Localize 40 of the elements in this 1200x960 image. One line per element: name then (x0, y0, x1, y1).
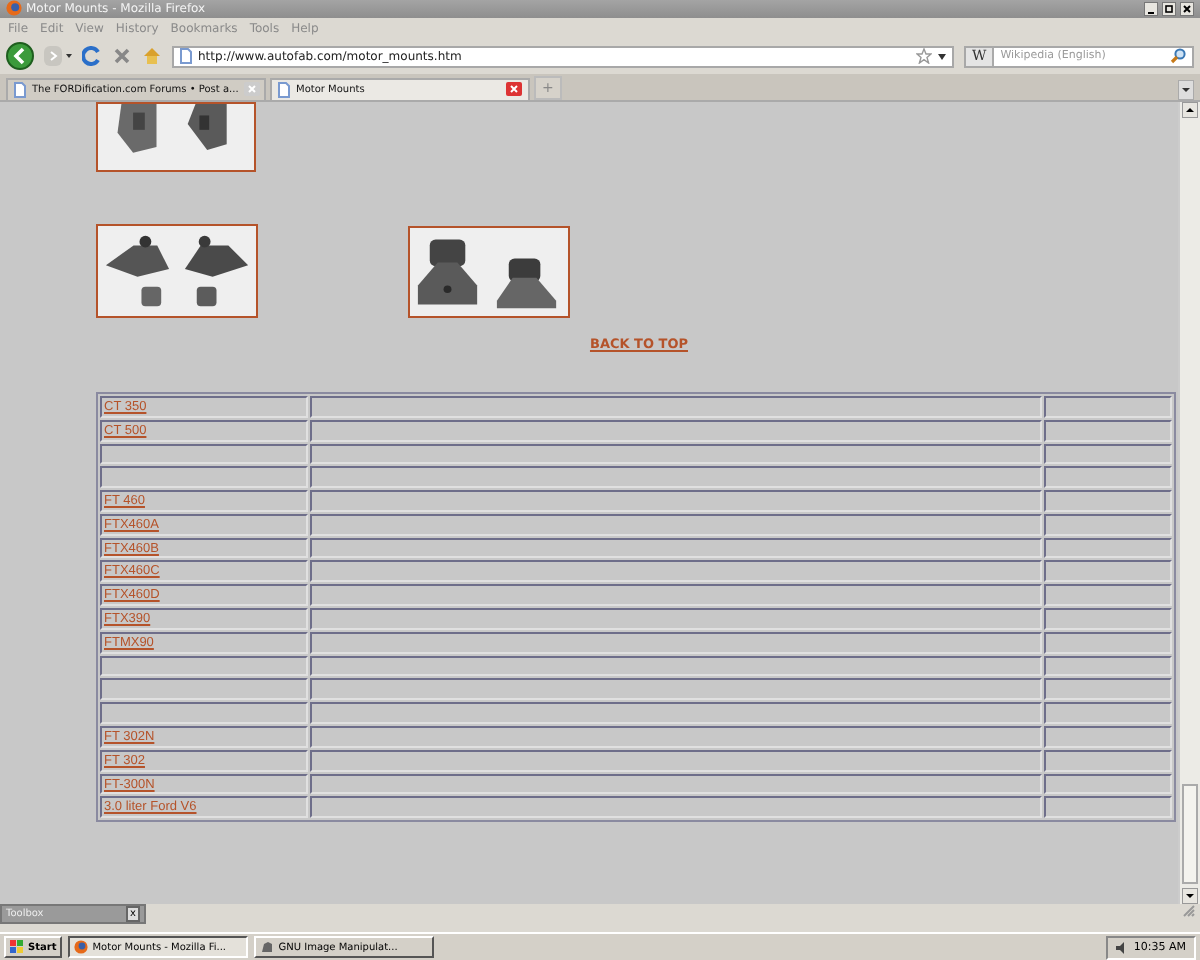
table-cell (1044, 726, 1172, 748)
table-cell (1044, 678, 1172, 701)
table-cell (1044, 560, 1172, 583)
reload-icon[interactable] (82, 46, 102, 67)
table-cell (1044, 749, 1172, 772)
firefox-icon (74, 940, 89, 955)
windows-flag-icon (10, 940, 24, 955)
page-icon (180, 48, 192, 65)
search-icon[interactable] (1170, 48, 1186, 65)
table-cell (1044, 655, 1172, 677)
table-cell (1044, 537, 1172, 559)
firefox-icon (6, 0, 22, 17)
table-cell (1044, 584, 1172, 607)
stop-icon[interactable] (112, 46, 132, 67)
star-icon[interactable] (916, 48, 932, 65)
speaker-icon (1115, 941, 1128, 954)
table-cell (1044, 796, 1172, 819)
table-cell (1044, 773, 1172, 795)
back-icon[interactable] (6, 42, 34, 71)
dropdown-icon[interactable] (938, 53, 946, 60)
close-icon[interactable] (1180, 1, 1194, 16)
page-icon (14, 81, 26, 98)
table-cell (1044, 608, 1172, 630)
table-cell (1044, 395, 1172, 418)
table-cell (1044, 702, 1172, 725)
maximize-icon[interactable] (1162, 1, 1176, 16)
scroll-thumb[interactable] (1182, 784, 1198, 885)
table-cell (1044, 490, 1172, 512)
table-cell (1044, 443, 1172, 465)
page-icon (278, 81, 290, 98)
scroll-down-icon[interactable] (1182, 888, 1198, 905)
resize-grip-icon (1182, 904, 1196, 919)
minimize-icon[interactable] (1144, 1, 1158, 16)
table-cell (1044, 631, 1172, 654)
forward-icon[interactable] (44, 46, 72, 67)
scrollbar[interactable] (1178, 101, 1200, 905)
table-cell (1044, 513, 1172, 536)
table-cell (1044, 466, 1172, 489)
tab-list-icon[interactable] (1178, 79, 1194, 100)
table-cell (1044, 419, 1172, 441)
